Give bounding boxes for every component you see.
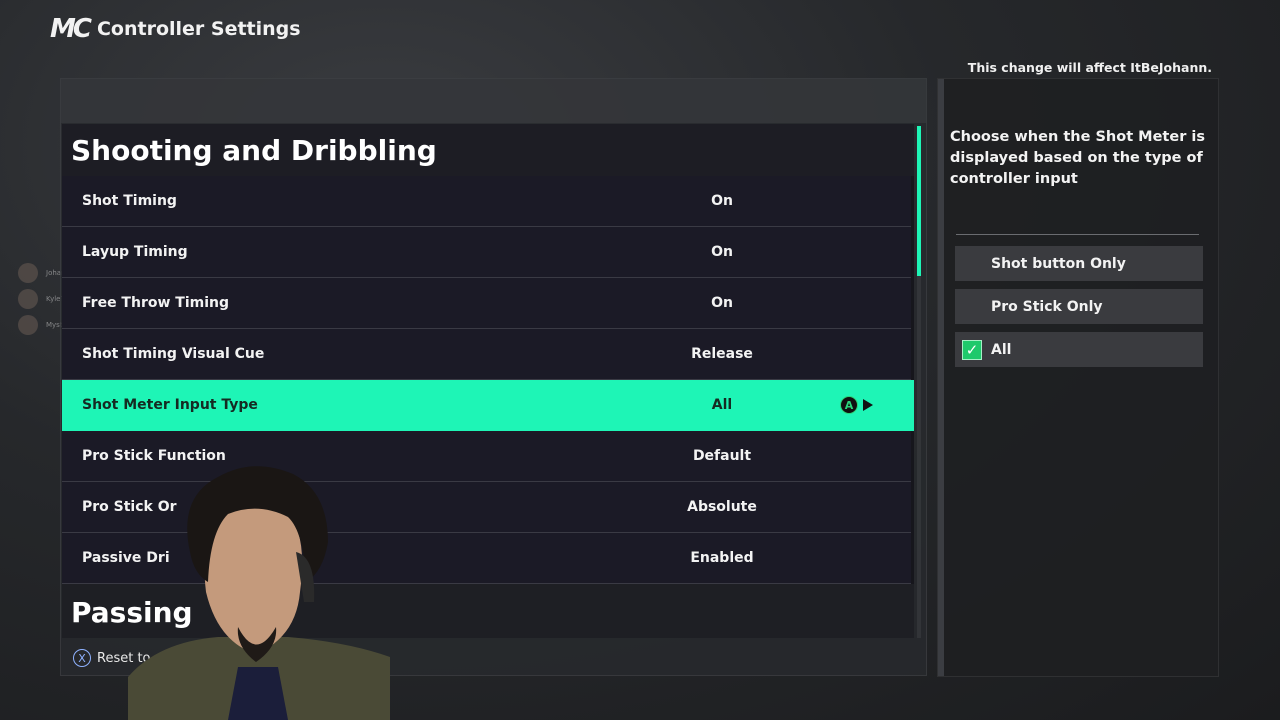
scrollbar[interactable]	[917, 126, 921, 638]
setting-value: Default	[692, 448, 752, 464]
checkmark-icon: ✓	[962, 339, 982, 360]
setting-label: Free Throw Timing	[82, 295, 230, 311]
divider	[956, 234, 1199, 235]
option-label: Pro Stick Only	[991, 298, 1103, 315]
panel-edge	[938, 79, 944, 676]
setting-description: Choose when the Shot Meter is displayed …	[950, 129, 1205, 187]
setting-value: Enabled	[690, 550, 754, 566]
affect-notice: This change will affect ItBeJohann.	[967, 60, 1212, 75]
avatar	[18, 289, 38, 309]
setting-label: Shot Meter Input Type	[82, 397, 258, 413]
setting-value: All	[711, 397, 733, 413]
option-label: Shot button Only	[991, 255, 1126, 272]
header: MC Controller Settings	[50, 14, 301, 44]
setting-row-shot-timing-visual-cue[interactable]: Shot Timing Visual Cue Release	[62, 329, 911, 380]
webcam-overlay	[128, 466, 390, 720]
avatar	[18, 263, 38, 283]
option-all[interactable]: ✓ All	[955, 332, 1203, 367]
setting-row-layup-timing[interactable]: Layup Timing On	[62, 227, 911, 278]
setting-label: Shot Timing Visual Cue	[82, 346, 265, 362]
option-label: All	[991, 341, 1012, 358]
scroll-thumb[interactable]	[917, 126, 921, 276]
option-pro-stick-only[interactable]: Pro Stick Only	[955, 289, 1203, 324]
setting-row-shot-timing[interactable]: Shot Timing On	[62, 176, 911, 227]
setting-label: Layup Timing	[82, 244, 188, 260]
arrow-right-icon	[863, 399, 873, 411]
option-shot-button-only[interactable]: Shot button Only	[955, 246, 1203, 281]
options-panel: Choose when the Shot Meter is displayed …	[937, 78, 1219, 677]
setting-value: On	[711, 295, 733, 311]
setting-label: Shot Timing	[82, 193, 177, 209]
x-button-icon: X	[73, 649, 91, 667]
avatar	[18, 315, 38, 335]
setting-row-free-throw-timing[interactable]: Free Throw Timing On	[62, 278, 911, 329]
game-logo: MC	[50, 14, 92, 44]
setting-value: Absolute	[687, 499, 757, 515]
setting-value: Release	[691, 346, 753, 362]
panel-topbar	[61, 79, 926, 123]
setting-value: On	[711, 244, 733, 260]
webcam-shirt	[228, 667, 288, 720]
page-title: Controller Settings	[96, 18, 301, 40]
section-title-shooting: Shooting and Dribbling	[62, 124, 914, 176]
setting-value: On	[711, 193, 733, 209]
a-button-icon: A	[840, 396, 858, 414]
setting-row-shot-meter-input-type[interactable]: Shot Meter Input Type All A	[62, 380, 914, 431]
